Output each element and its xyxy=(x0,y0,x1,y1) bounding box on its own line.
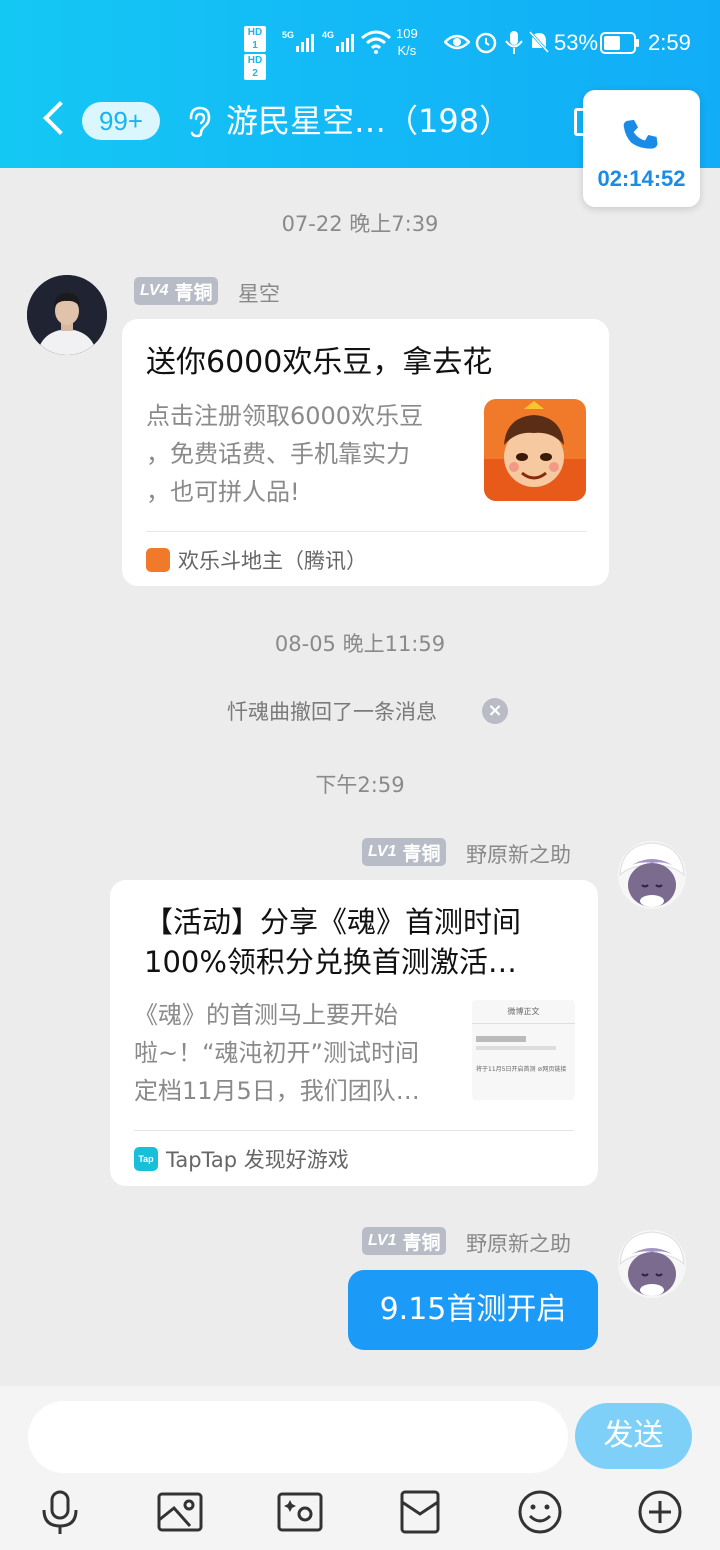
level-badge: LV4 青铜 xyxy=(134,277,219,305)
thumb-header: 微博正文 xyxy=(472,1006,575,1024)
sender-name[interactable]: 星空 xyxy=(238,278,280,308)
avatar-image xyxy=(618,841,686,909)
status-bar: HD 1 HD 2 5G 4G 109 K/s 53% 2:59 xyxy=(0,22,720,80)
plus-icon[interactable] xyxy=(636,1488,684,1536)
sender-name[interactable]: 野原新之助 xyxy=(466,1228,571,1258)
card-desc-line: ，也可拼人品! xyxy=(146,478,300,506)
svg-text:5G: 5G xyxy=(282,30,294,40)
weibo-thumbnail: 微博正文 将于11月5日开启首测 ⊘网页链接 xyxy=(472,1000,575,1100)
ear-icon[interactable] xyxy=(186,106,212,138)
avatar-image xyxy=(618,1230,686,1298)
avatar-image xyxy=(27,275,107,355)
net-speed-value: 109 xyxy=(396,26,418,41)
battery-percent: 53% xyxy=(554,30,599,55)
hd-indicator: HD 1 HD 2 xyxy=(244,26,266,82)
signal-5g-icon: 5G xyxy=(282,30,314,52)
level-badge: LV1 青铜 xyxy=(362,838,447,866)
mute-bell-icon xyxy=(528,30,550,54)
taptap-icon: Tap xyxy=(134,1147,158,1171)
source-label: TapTap 发现好游戏 xyxy=(166,1148,349,1172)
rank-label: 青铜 xyxy=(402,842,441,865)
share-card[interactable]: 送你6000欢乐豆，拿去花 点击注册领取6000欢乐豆 ，免费话费、手机靠实力 … xyxy=(122,319,609,586)
close-icon[interactable]: × xyxy=(482,698,508,724)
card-desc-line: 定档11月5日，我们团队… xyxy=(134,1077,420,1105)
chevron-left-icon[interactable] xyxy=(40,100,70,140)
signal-4g-icon: 4G xyxy=(322,30,354,52)
recall-text: 忏魂曲撤回了一条消息 xyxy=(227,700,437,724)
sender-name[interactable]: 野原新之助 xyxy=(466,839,571,869)
game-app-icon xyxy=(146,548,170,572)
phone-icon xyxy=(623,119,658,149)
card-title: 【活动】分享《魂》首测时间 xyxy=(144,905,522,939)
hd2-label: HD 2 xyxy=(244,54,266,80)
recall-notice: 忏魂曲撤回了一条消息 xyxy=(0,696,720,726)
card-title: 送你6000欢乐豆，拿去花 xyxy=(146,345,493,380)
source-label: 欢乐斗地主（腾讯） xyxy=(178,549,367,573)
card-desc-line: ，免费话费、手机靠实力 xyxy=(146,440,410,468)
game-thumbnail xyxy=(484,399,586,501)
image-icon[interactable] xyxy=(156,1488,204,1536)
wifi-icon xyxy=(361,30,391,54)
rank-label: 青铜 xyxy=(402,1231,441,1254)
call-floating-window[interactable]: 02:14:52 xyxy=(583,90,700,207)
card-title: 100%领积分兑换首测激活… xyxy=(144,945,517,979)
level-label: LV1 xyxy=(368,843,397,860)
clock: 2:59 xyxy=(648,30,691,55)
card-desc-line: 啦~！“魂沌初开”测试时间 xyxy=(134,1039,419,1067)
share-card[interactable]: 【活动】分享《魂》首测时间 100%领积分兑换首测激活… 《魂》的首测马上要开始… xyxy=(110,880,598,1186)
card-source: 欢乐斗地主（腾讯） xyxy=(146,545,367,575)
mic-status-icon xyxy=(505,31,523,54)
avatar[interactable] xyxy=(27,275,107,355)
card-desc-line: 点击注册领取6000欢乐豆 xyxy=(146,402,424,430)
divider xyxy=(146,531,586,532)
game-character-image xyxy=(484,399,586,501)
message-input[interactable] xyxy=(28,1401,568,1473)
card-desc-line: 《魂》的首测马上要开始 xyxy=(134,1001,398,1029)
battery-icon xyxy=(600,32,639,54)
emoji-icon[interactable] xyxy=(516,1488,564,1536)
net-speed: 109 K/s xyxy=(396,25,418,59)
timestamp: 下午2:59 xyxy=(315,773,405,797)
level-label: LV1 xyxy=(368,1232,397,1249)
avatar[interactable] xyxy=(612,835,692,915)
divider xyxy=(134,1130,574,1131)
net-speed-unit: K/s xyxy=(397,43,417,58)
card-source: Tap TapTap 发现好游戏 xyxy=(134,1144,349,1174)
thumb-redacted xyxy=(476,1046,556,1050)
alarm-icon xyxy=(475,32,497,54)
thumb-redacted xyxy=(476,1036,526,1042)
timestamp: 08-05 晚上11:59 xyxy=(274,632,446,656)
hd1-label: HD 1 xyxy=(244,26,266,52)
chat-title[interactable]: 游民星空…（198） xyxy=(226,98,511,144)
eye-icon xyxy=(444,34,470,50)
level-label: LV4 xyxy=(140,282,169,299)
avatar[interactable] xyxy=(612,1224,692,1304)
unread-badge[interactable]: 99+ xyxy=(82,102,160,140)
timestamp: 07-22 晚上7:39 xyxy=(281,212,439,236)
rank-label: 青铜 xyxy=(174,281,213,304)
svg-text:4G: 4G xyxy=(322,30,334,40)
call-duration: 02:14:52 xyxy=(597,166,686,191)
level-badge: LV1 青铜 xyxy=(362,1227,447,1255)
message-bubble[interactable]: 9.15首测开启 xyxy=(348,1270,598,1350)
microphone-icon[interactable] xyxy=(36,1488,84,1536)
send-button[interactable]: 发送 xyxy=(575,1403,692,1469)
red-packet-icon[interactable] xyxy=(396,1488,444,1536)
camera-icon[interactable] xyxy=(276,1488,324,1536)
thumb-line: 将于11月5日开启首测 ⊘网页链接 xyxy=(476,1066,567,1073)
